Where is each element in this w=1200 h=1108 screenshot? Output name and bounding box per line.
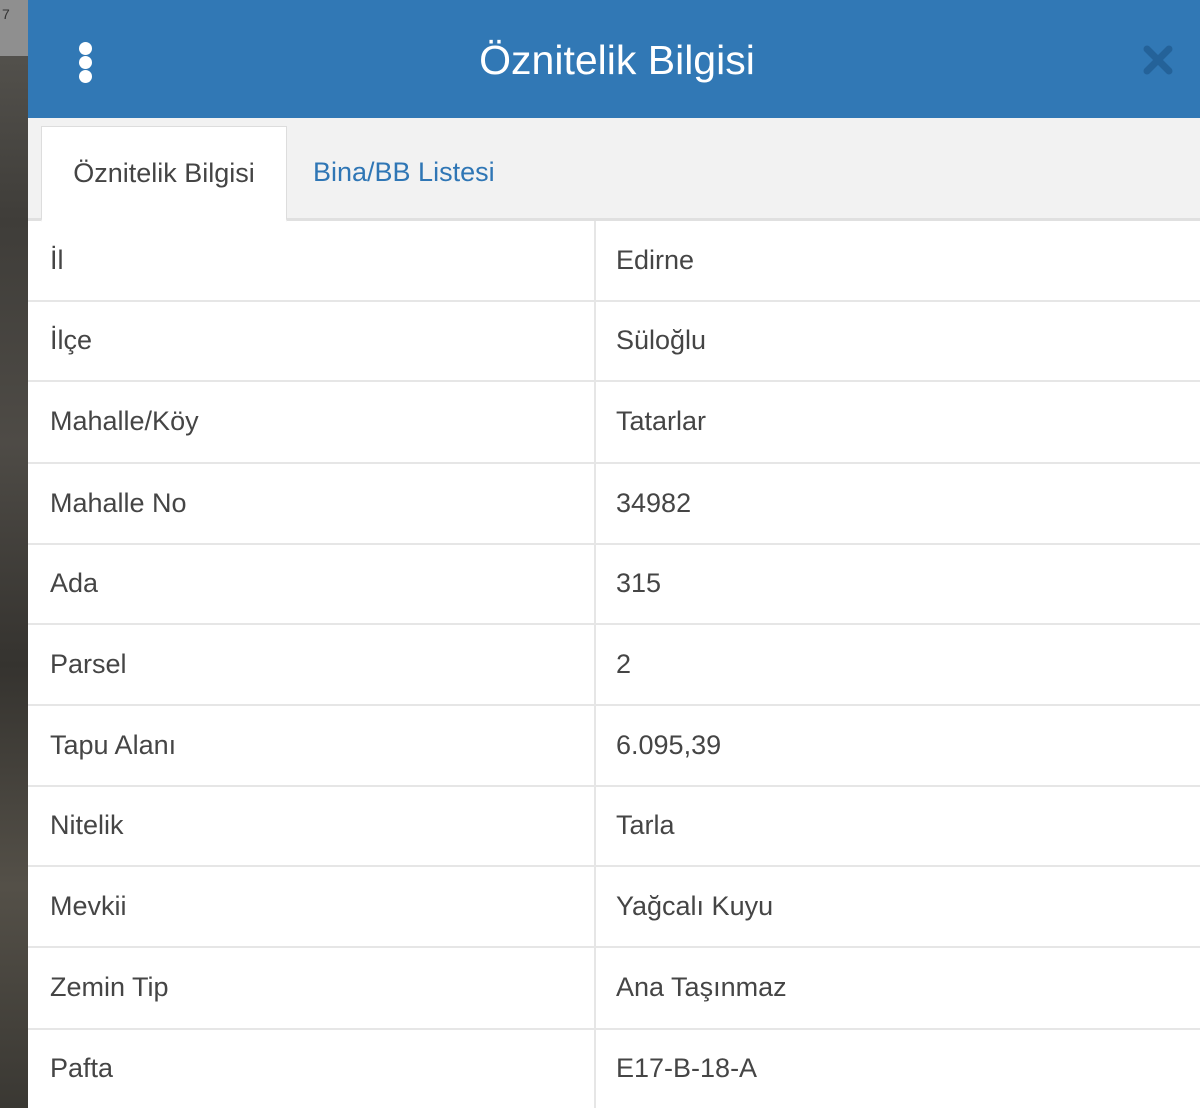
attribute-value: 2 xyxy=(616,649,632,679)
attribute-value: Edirne xyxy=(616,245,695,275)
tab-bar: Öznitelik Bilgisi Bina/BB Listesi xyxy=(28,118,1200,222)
column-divider xyxy=(594,221,596,1108)
table-row: İl Edirne xyxy=(28,221,1200,302)
table-row: Parsel 2 xyxy=(28,624,1200,706)
attribute-value: Tarla xyxy=(616,810,675,840)
table-row: Nitelik Tarla xyxy=(28,786,1200,867)
table-row: Tapu Alanı 6.095,39 xyxy=(28,705,1200,787)
attribute-key: Nitelik xyxy=(50,810,124,840)
table-row: Zemin Tip Ana Taşınmaz xyxy=(28,947,1200,1030)
attribute-key: Mahalle/Köy xyxy=(50,406,199,436)
attribute-key: İlçe xyxy=(50,325,93,355)
table-row: İlçe Süloğlu xyxy=(28,301,1200,382)
table-row: Mahalle No 34982 xyxy=(28,463,1200,545)
panel-header: Öznitelik Bilgisi xyxy=(28,0,1200,118)
table-row: Mevkii Yağcalı Kuyu xyxy=(28,866,1200,948)
attribute-value: E17-B-18-A xyxy=(616,1053,758,1083)
attribute-key: Mevkii xyxy=(50,891,127,921)
table-row: Mahalle/Köy Tatarlar xyxy=(28,381,1200,464)
attribute-value: 34982 xyxy=(616,488,692,518)
attribute-info-panel: Öznitelik Bilgisi Öznitelik Bilgisi Bina… xyxy=(28,0,1200,1108)
close-icon xyxy=(1143,45,1173,75)
attribute-key: Tapu Alanı xyxy=(50,730,177,760)
map-edge-tab[interactable]: 7 xyxy=(0,0,28,56)
attribute-key: İl xyxy=(50,245,64,275)
attribute-value: 315 xyxy=(616,568,662,598)
tab-attribute-info[interactable]: Öznitelik Bilgisi xyxy=(41,126,287,222)
panel-title: Öznitelik Bilgisi xyxy=(479,37,755,83)
table-row: Ada 315 xyxy=(28,544,1200,625)
attribute-value: Ana Taşınmaz xyxy=(616,972,787,1002)
attribute-value: Süloğlu xyxy=(616,325,707,355)
attribute-key: Zemin Tip xyxy=(50,972,169,1002)
map-edge-label: 7 xyxy=(2,6,10,22)
attribute-key: Mahalle No xyxy=(50,488,187,518)
map-background: 7 xyxy=(0,0,28,1108)
attribute-value: Tatarlar xyxy=(616,406,707,436)
attribute-value: Yağcalı Kuyu xyxy=(616,891,774,921)
attribute-key: Ada xyxy=(50,568,99,598)
close-button[interactable] xyxy=(1140,42,1176,78)
attribute-key: Parsel xyxy=(50,649,127,679)
tab-building-list[interactable]: Bina/BB Listesi xyxy=(313,126,495,218)
attribute-value: 6.095,39 xyxy=(616,730,722,760)
attribute-key: Pafta xyxy=(50,1053,114,1083)
table-row: Pafta E17-B-18-A xyxy=(28,1029,1200,1108)
